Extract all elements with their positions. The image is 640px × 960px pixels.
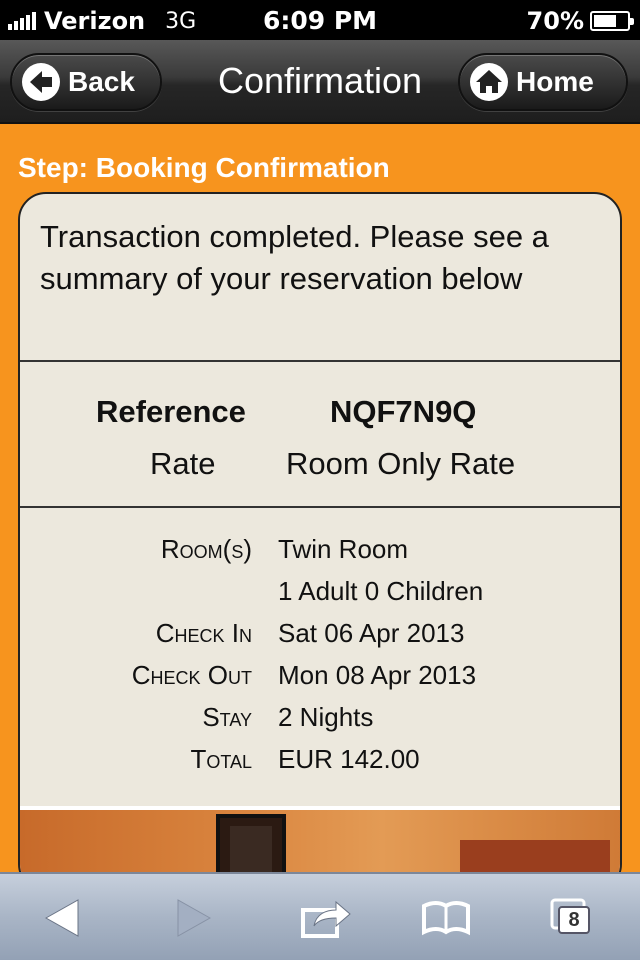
tabs-button[interactable]: 8 — [548, 896, 596, 940]
intro-message: Transaction completed. Please see a summ… — [40, 219, 549, 296]
detail-label: Stay — [202, 702, 252, 732]
detail-row-total: Total EUR 142.00 — [20, 744, 620, 786]
status-right: 70% — [526, 7, 634, 35]
back-arrow-icon — [44, 899, 79, 937]
browser-toolbar: 8 — [0, 872, 640, 960]
detail-row-check-out: Check Out Mon 08 Apr 2013 — [20, 660, 620, 702]
detail-label: Check Out — [131, 660, 252, 690]
rate-label: Rate — [150, 446, 216, 481]
detail-label: Room(s) — [160, 534, 252, 564]
share-button[interactable] — [300, 896, 351, 940]
reference-label: Reference — [96, 394, 246, 429]
home-icon — [470, 63, 508, 101]
browser-back-button[interactable] — [40, 896, 88, 940]
browser-forward-button[interactable] — [168, 896, 216, 940]
confirmation-card: Transaction completed. Please see a summ… — [18, 192, 622, 892]
detail-label: Total — [190, 744, 252, 774]
bookmarks-icon — [422, 901, 470, 936]
status-bar: Verizon 3G 6:09 PM 70% — [0, 0, 640, 40]
detail-value: EUR 142.00 — [278, 744, 420, 774]
step-heading: Step: Booking Confirmation — [18, 152, 390, 183]
battery-fill — [594, 15, 617, 27]
home-button-label: Home — [516, 66, 594, 97]
bookmarks-button[interactable] — [420, 896, 470, 940]
detail-value: Mon 08 Apr 2013 — [278, 660, 477, 690]
navigation-bar: Back Confirmation Home — [0, 40, 640, 124]
share-icon — [301, 900, 351, 938]
detail-row-occupancy: 1 Adult 0 Children — [20, 576, 620, 618]
detail-value: Sat 06 Apr 2013 — [278, 618, 465, 648]
detail-value: Twin Room — [278, 534, 409, 564]
battery-icon — [590, 11, 634, 31]
rate-value: Room Only Rate — [286, 446, 516, 481]
forward-arrow-icon — [177, 899, 212, 937]
home-button[interactable]: Home — [458, 53, 628, 111]
detail-value: 2 Nights — [278, 702, 374, 732]
detail-row-stay: Stay 2 Nights — [20, 702, 620, 744]
divider — [20, 360, 620, 362]
detail-row-rooms: Room(s) Twin Room — [20, 534, 620, 576]
detail-label: Check In — [155, 618, 252, 648]
detail-row-check-in: Check In Sat 06 Apr 2013 — [20, 618, 620, 660]
reference-value: NQF7N9Q — [330, 394, 477, 429]
battery-percent: 70% — [526, 7, 584, 35]
divider — [20, 506, 620, 508]
detail-value: 1 Adult 0 Children — [278, 576, 484, 606]
tab-count: 8 — [558, 906, 590, 934]
